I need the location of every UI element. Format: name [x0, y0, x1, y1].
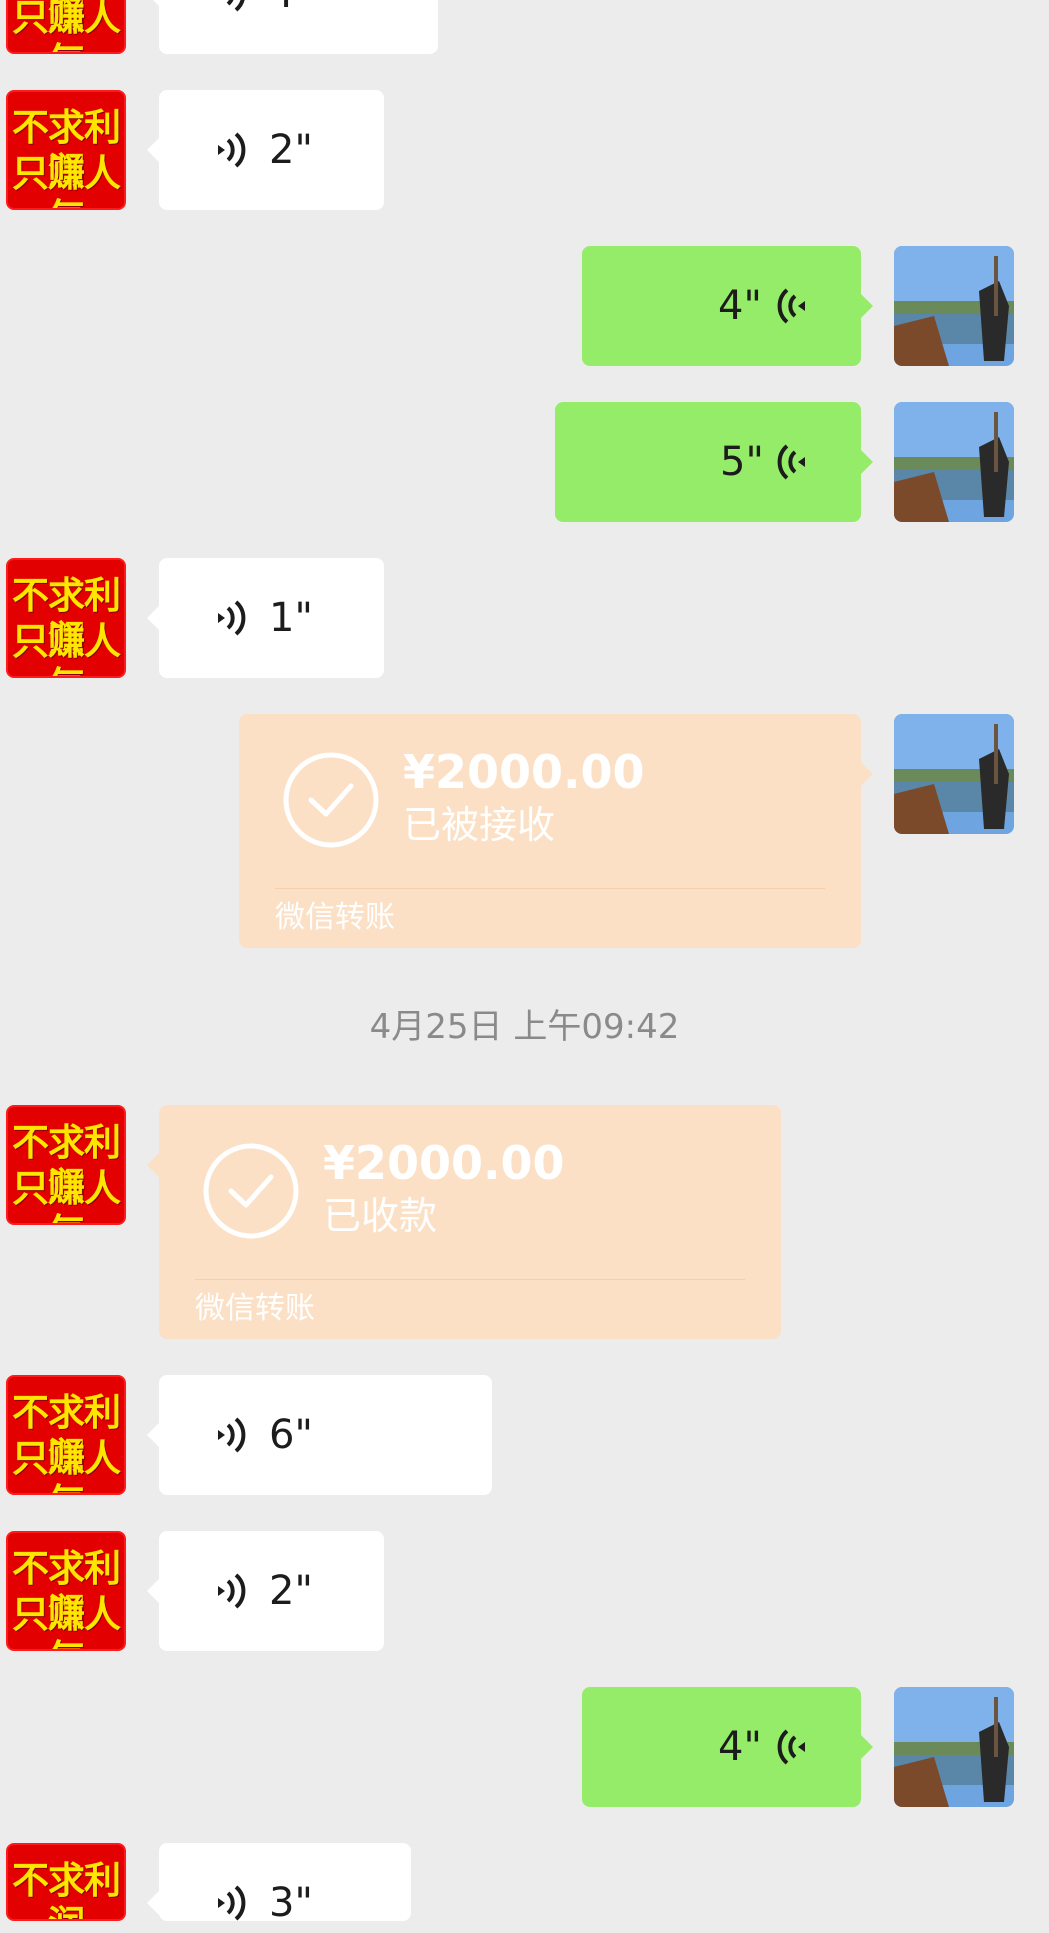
landscape-photo-icon	[894, 1687, 1014, 1807]
voice-wave-icon	[218, 1417, 246, 1453]
transfer-amount: ¥2000.00	[403, 745, 645, 799]
voice-wave-icon	[777, 1729, 805, 1765]
avatar-text-line2: 只赚人气	[12, 0, 121, 52]
transfer-divider	[195, 1279, 745, 1280]
contact-avatar[interactable]: 不求利润 只赚人气	[6, 0, 126, 54]
voice-duration: 2"	[269, 127, 313, 173]
voice-duration: 6"	[269, 1412, 313, 1458]
landscape-photo-icon	[894, 246, 1014, 366]
voice-duration: 2"	[269, 1568, 313, 1614]
voice-duration: 4"	[269, 0, 313, 24]
voice-duration: 5"	[720, 439, 764, 485]
voice-duration: 4"	[718, 283, 762, 329]
my-avatar[interactable]	[894, 246, 1014, 366]
avatar-text-line2: 只赚人气	[12, 1593, 121, 1649]
voice-wave-icon	[777, 444, 805, 480]
transfer-status: 已被接收	[403, 803, 556, 847]
avatar-text-line2: 只赚人气	[12, 1437, 121, 1493]
voice-message-bubble[interactable]: 5"	[555, 402, 873, 522]
avatar-text-line2: 只赚人气	[12, 152, 121, 208]
avatar-text-line2: 只赚人气	[12, 1167, 121, 1223]
chat-timestamp: 4月25日 上午09:42	[369, 1007, 680, 1047]
landscape-photo-icon	[894, 714, 1014, 834]
my-avatar[interactable]	[894, 714, 1014, 834]
voice-message-bubble[interactable]: 4"	[582, 1687, 873, 1807]
check-circle-icon	[283, 752, 379, 848]
voice-message-bubble[interactable]: 2"	[147, 1531, 384, 1651]
transfer-status: 已收款	[323, 1194, 438, 1238]
voice-wave-icon	[218, 132, 246, 168]
voice-message-bubble[interactable]: 3"	[147, 1843, 411, 1926]
my-avatar[interactable]	[894, 1687, 1014, 1807]
transfer-label: 微信转账	[275, 900, 395, 935]
contact-avatar[interactable]: 不求利润 只赚人气	[6, 558, 126, 678]
voice-wave-icon	[226, 0, 245, 12]
transfer-label: 微信转账	[195, 1291, 315, 1326]
transfer-card[interactable]: ¥2000.00 已被接收 微信转账	[239, 714, 873, 948]
contact-avatar[interactable]: 不求利润 只赚人气	[6, 1375, 126, 1495]
voice-message-bubble[interactable]: 4"	[582, 246, 873, 366]
voice-message-bubble[interactable]: 4"	[147, 0, 438, 54]
voice-duration: 3"	[269, 1880, 313, 1926]
contact-avatar[interactable]: 不求利润 只赚人气	[6, 1105, 126, 1225]
voice-message-bubble[interactable]: 2"	[147, 90, 384, 210]
check-circle-icon	[203, 1143, 299, 1239]
voice-wave-icon	[777, 288, 805, 324]
avatar-text-line2: 只赚人气	[12, 620, 121, 676]
voice-message-bubble[interactable]: 1"	[147, 558, 384, 678]
voice-wave-icon	[218, 600, 246, 636]
voice-wave-icon	[218, 1573, 246, 1609]
avatar-text-line1: 不求利润	[12, 1859, 121, 1919]
voice-wave-icon	[218, 1885, 246, 1921]
transfer-amount: ¥2000.00	[323, 1136, 565, 1190]
landscape-photo-icon	[894, 402, 1014, 522]
contact-avatar[interactable]: 不求利润 只赚人气	[6, 90, 126, 210]
contact-avatar[interactable]: 不求利润 只赚人气	[6, 1531, 126, 1651]
voice-duration: 1"	[269, 595, 313, 641]
transfer-divider	[275, 888, 825, 889]
voice-message-bubble[interactable]: 6"	[147, 1375, 492, 1495]
my-avatar[interactable]	[894, 402, 1014, 522]
transfer-card[interactable]: ¥2000.00 已收款 微信转账	[147, 1105, 781, 1339]
contact-avatar[interactable]: 不求利润	[6, 1843, 126, 1921]
voice-duration: 4"	[718, 1724, 762, 1770]
